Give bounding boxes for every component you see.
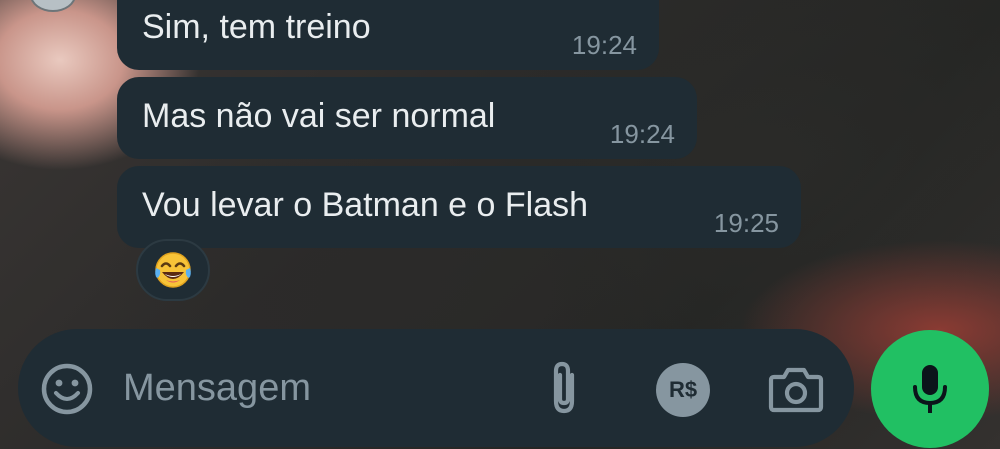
payment-label: R$ [668,377,698,402]
message-timestamp: 19:25 [713,208,779,238]
paperclip-icon[interactable] [542,359,586,419]
message-reaction[interactable] [136,239,210,301]
microphone-icon [913,365,947,413]
message-bubble[interactable]: Vou levar o Batman e o Flash 19:25 [117,166,801,248]
message-input[interactable]: Mensagem [123,367,311,410]
chat-screen: Sim, tem treino 19:24 Mas não vai ser no… [0,0,1000,449]
message-timestamp: 19:24 [571,30,637,60]
message-text: Mas não vai ser normal [142,97,496,135]
smiley-icon[interactable] [40,362,94,416]
tears-of-joy-emoji-icon [155,252,191,288]
message-timestamp: 19:24 [609,119,675,149]
camera-icon[interactable] [768,365,824,413]
message-composer: Mensagem R$ [18,329,854,447]
message-bubble[interactable]: Mas não vai ser normal 19:24 [117,77,697,159]
message-text: Sim, tem treino [142,8,371,46]
message-bubble[interactable]: Sim, tem treino 19:24 [117,0,659,70]
payment-icon[interactable]: R$ [656,363,710,417]
message-text: Vou levar o Batman e o Flash [142,186,589,224]
voice-message-button[interactable] [871,330,989,448]
contact-avatar[interactable] [30,0,76,12]
